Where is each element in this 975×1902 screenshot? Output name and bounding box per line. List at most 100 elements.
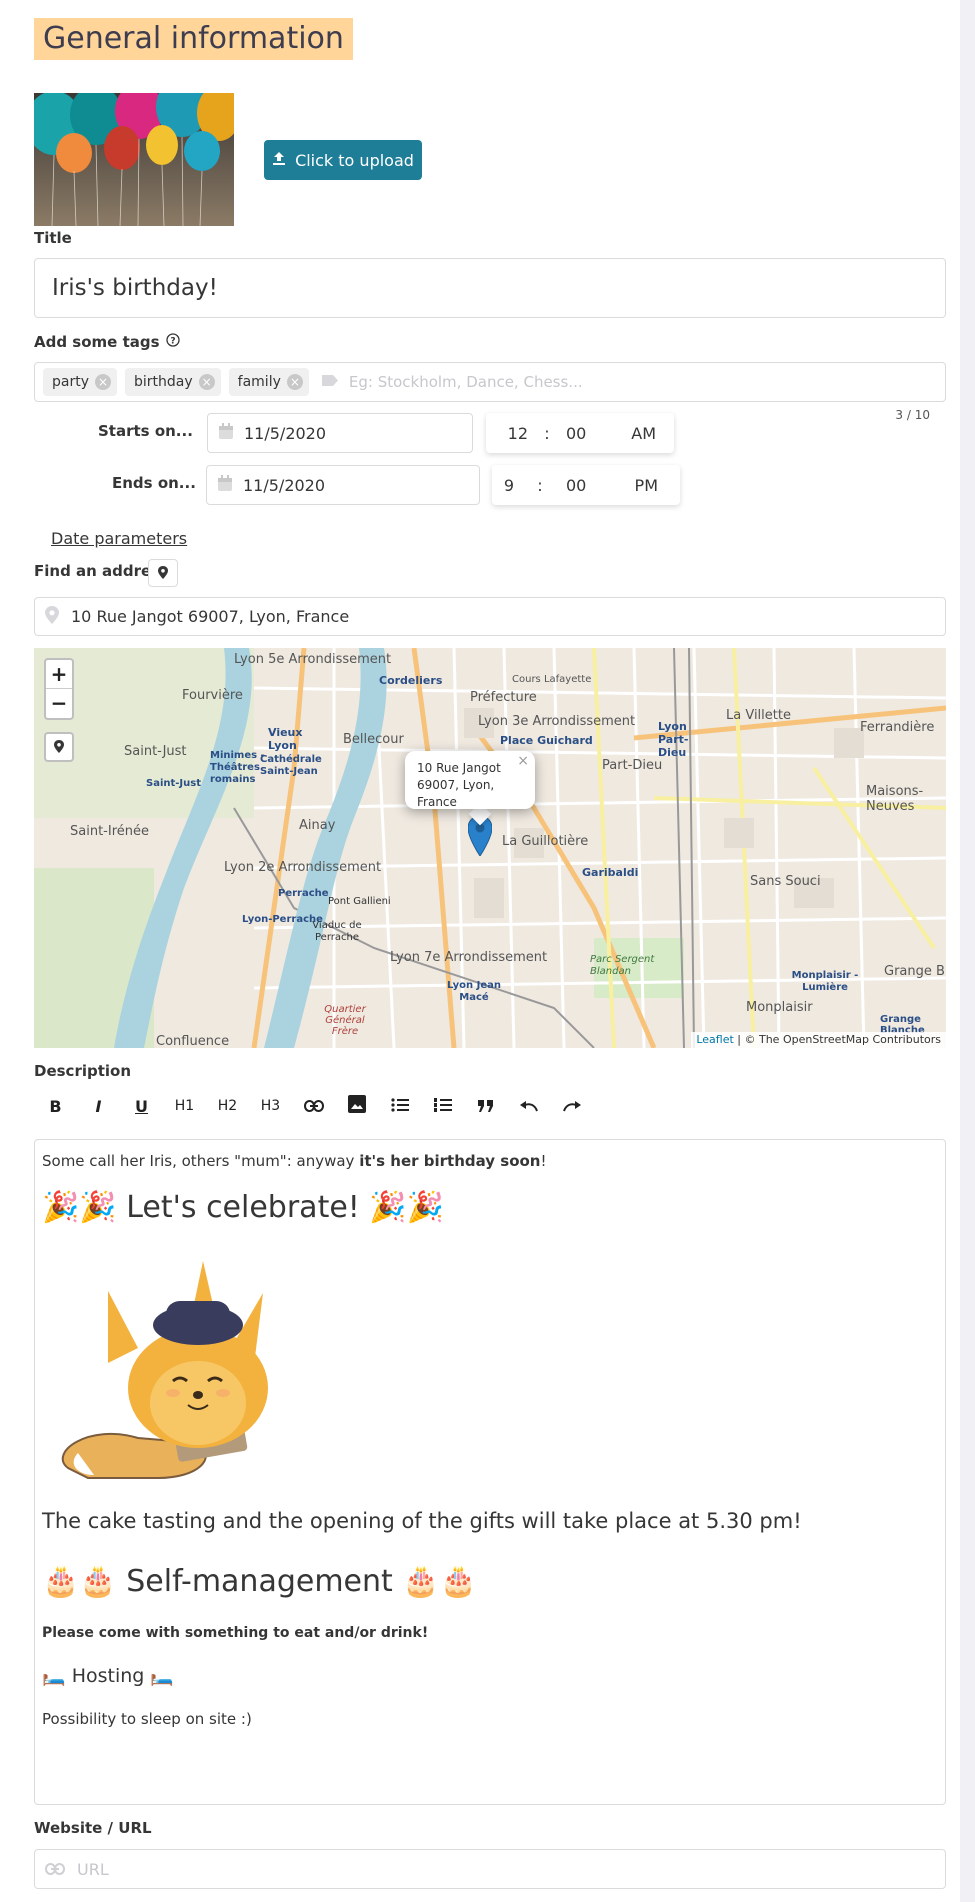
tag-remove-icon[interactable]: × xyxy=(95,374,111,390)
date-parameters-link[interactable]: Date parameters xyxy=(51,529,187,548)
map-label: Vieux Lyon xyxy=(268,726,303,752)
link-button[interactable] xyxy=(292,1090,335,1122)
map-pin-icon xyxy=(54,738,64,757)
link-icon xyxy=(303,1097,324,1116)
italic-button[interactable]: I xyxy=(77,1090,120,1122)
map-label: Parc Sergent Blandan xyxy=(590,954,655,977)
section-title: General information xyxy=(34,18,353,60)
description-label: Description xyxy=(34,1062,132,1080)
map-label: Monplaisir - Lumière xyxy=(791,970,859,993)
h3-button[interactable]: H3 xyxy=(249,1090,292,1122)
map-pin-icon xyxy=(158,564,168,583)
end-ampm[interactable]: PM xyxy=(606,476,658,495)
text: Some call her Iris, others "mum": anyway xyxy=(42,1152,360,1170)
start-minute[interactable]: 00 xyxy=(566,424,592,443)
map-label: Ferrandière xyxy=(860,720,935,735)
zoom-in-button[interactable]: + xyxy=(46,660,72,689)
start-hour[interactable]: 12 xyxy=(486,424,528,443)
end-minute[interactable]: 00 xyxy=(566,476,606,495)
event-picture xyxy=(34,93,234,226)
help-icon[interactable]: ? xyxy=(165,333,180,351)
zoom-control: + − xyxy=(44,658,74,720)
editor-toolbar: B I U H1 H2 H3 xyxy=(34,1090,593,1122)
leaflet-link[interactable]: Leaflet xyxy=(696,1033,733,1046)
numbered-list-button[interactable] xyxy=(421,1090,464,1122)
end-hour[interactable]: 9 xyxy=(492,476,514,495)
upload-button[interactable]: Click to upload xyxy=(264,140,422,180)
popup-close-icon[interactable]: × xyxy=(517,753,529,770)
map-label: Préfecture xyxy=(470,690,537,705)
end-time-picker[interactable]: 9 : 00 PM xyxy=(492,465,680,505)
map-label: Sans Souci xyxy=(750,874,821,889)
tag-icon xyxy=(321,373,339,391)
bullet-list-button[interactable] xyxy=(378,1090,421,1122)
address-value: 10 Rue Jangot 69007, Lyon, France xyxy=(71,607,350,626)
map-label: Saint-Irénée xyxy=(70,824,149,839)
quote-button[interactable] xyxy=(464,1090,507,1122)
map-label: Maisons-Neuves xyxy=(866,784,924,814)
map-label: Place Guichard xyxy=(500,734,593,747)
image-icon xyxy=(347,1095,366,1117)
map-label: Saint-Just xyxy=(124,744,187,759)
address-input[interactable]: 10 Rue Jangot 69007, Lyon, France xyxy=(34,597,946,636)
popup-line: 10 Rue Jangot xyxy=(417,761,501,775)
time-separator: : xyxy=(537,475,543,495)
start-date-value: 11/5/2020 xyxy=(244,423,327,443)
start-ampm[interactable]: AM xyxy=(592,424,656,443)
locate-button[interactable] xyxy=(148,559,178,587)
tag-chip: party × xyxy=(43,368,117,396)
h1-button[interactable]: H1 xyxy=(163,1090,206,1122)
calendar-icon xyxy=(218,422,234,444)
redo-icon xyxy=(562,1097,581,1116)
quote-icon xyxy=(477,1097,494,1116)
paragraph-cake: The cake tasting and the opening of the … xyxy=(42,1509,802,1533)
tags-label: Add some tags xyxy=(34,333,160,351)
heading-self-management: 🎂🎂 Self-management 🎂🎂 xyxy=(42,1564,478,1599)
website-input[interactable]: URL xyxy=(34,1849,946,1889)
zoom-out-button[interactable]: − xyxy=(46,689,72,718)
title-input[interactable]: Iris's birthday! xyxy=(34,258,946,318)
image-button[interactable] xyxy=(335,1090,378,1122)
map-marker-icon xyxy=(45,605,59,628)
map-label: Grange B xyxy=(884,964,945,979)
map-label: Lyon 3e Arrondissement xyxy=(478,714,636,729)
map-label: Monplaisir xyxy=(746,1000,813,1015)
website-label: Website / URL xyxy=(34,1819,152,1837)
redo-button[interactable] xyxy=(550,1090,593,1122)
upload-label: Click to upload xyxy=(295,150,414,170)
undo-icon xyxy=(519,1097,538,1116)
tag-remove-icon[interactable]: × xyxy=(286,374,303,390)
tag-label: family xyxy=(237,374,281,390)
map-label: Lyon Jean Macé xyxy=(446,980,502,1003)
tag-label: party xyxy=(52,374,89,390)
fox-mascot-image xyxy=(48,1253,278,1483)
heading-hosting: 🛏️ Hosting 🛏️ xyxy=(42,1665,175,1687)
map-label: Cathédrale Saint-Jean xyxy=(260,754,322,777)
start-time-picker[interactable]: 12 : 00 AM xyxy=(486,413,674,453)
attribution-text: | © The OpenStreetMap Contributors xyxy=(733,1033,941,1046)
map-attribution: Leaflet | © The OpenStreetMap Contributo… xyxy=(691,1032,946,1048)
text: ! xyxy=(540,1152,547,1170)
event-form: General information Click to upload Titl… xyxy=(0,0,960,1902)
tag-remove-icon[interactable]: × xyxy=(198,374,215,390)
map-popup: × 10 Rue Jangot 69007, Lyon, France xyxy=(405,751,535,809)
bold-button[interactable]: B xyxy=(34,1090,77,1122)
description-editor[interactable]: Some call her Iris, others "mum": anyway… xyxy=(34,1139,946,1805)
paragraph-sleep: Possibility to sleep on site :) xyxy=(42,1710,252,1728)
map-label: Viaduc de Perrache xyxy=(312,920,362,943)
map-label: Lyon 2e Arrondissement xyxy=(224,860,382,875)
h2-button[interactable]: H2 xyxy=(206,1090,249,1122)
map[interactable]: Lyon 5e Arrondissement Fourvière Cordeli… xyxy=(34,648,946,1048)
start-date-input[interactable]: 11/5/2020 xyxy=(207,413,473,453)
underline-button[interactable]: U xyxy=(120,1090,163,1122)
end-date-input[interactable]: 11/5/2020 xyxy=(206,465,480,505)
upload-icon xyxy=(272,151,286,170)
map-label: Saint-Just xyxy=(146,778,201,789)
map-locate-button[interactable] xyxy=(44,732,74,762)
tags-placeholder: Eg: Stockholm, Dance, Chess... xyxy=(321,373,583,391)
tag-chip: birthday × xyxy=(125,368,221,396)
undo-button[interactable] xyxy=(507,1090,550,1122)
heading-celebrate: 🎉🎉 Let's celebrate! 🎉🎉 xyxy=(42,1190,445,1225)
tags-input[interactable]: party × birthday × family × Eg: Stockhol… xyxy=(34,362,946,402)
end-date-value: 11/5/2020 xyxy=(243,475,326,495)
